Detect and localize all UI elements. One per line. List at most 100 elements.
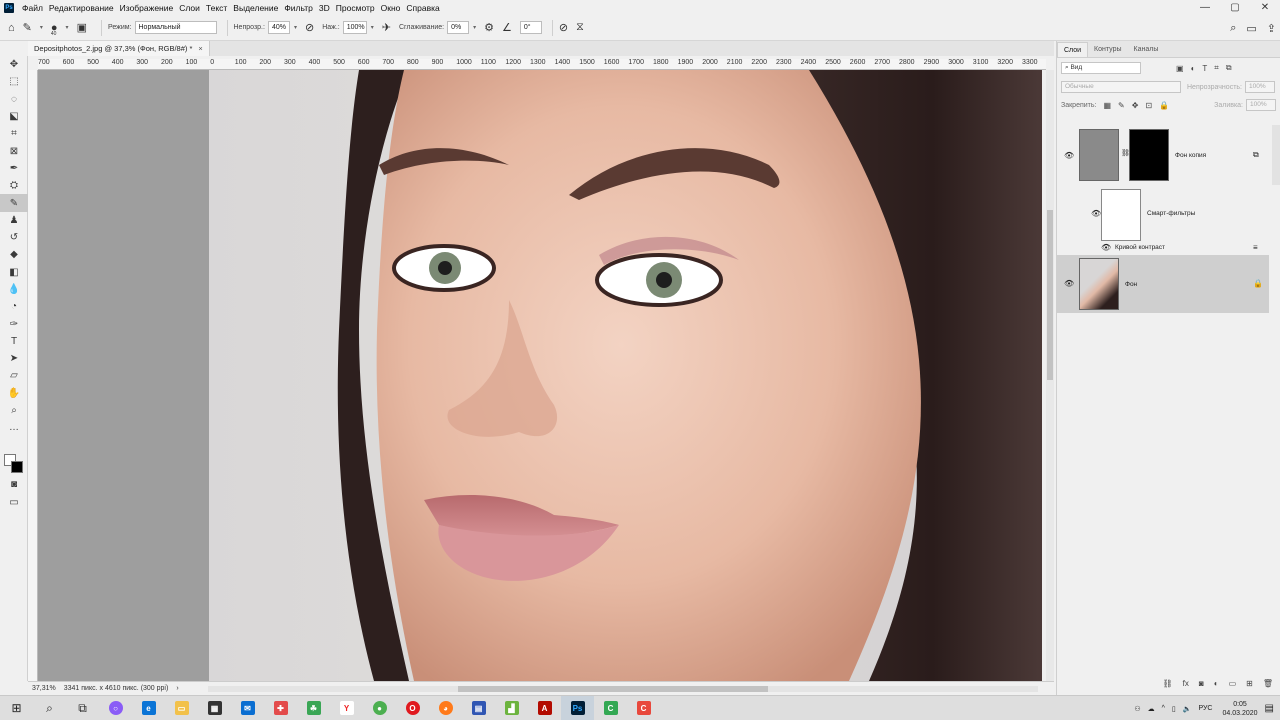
- type-filter-icon[interactable]: T: [1202, 64, 1207, 73]
- quick-mask-icon[interactable]: ◙: [0, 476, 28, 493]
- history-brush-tool-icon[interactable]: ↺: [0, 229, 28, 246]
- smart-filters-row[interactable]: 👁 Смарт-фильтры: [1057, 185, 1269, 241]
- eyedropper-tool-icon[interactable]: ✒: [0, 160, 28, 177]
- smoothing-settings-gear-icon[interactable]: ⚙: [484, 21, 494, 34]
- brush-tool-icon[interactable]: ✎: [0, 194, 28, 212]
- healing-brush-tool-icon[interactable]: ⛭: [0, 177, 28, 194]
- workspace-icon[interactable]: ▭: [1246, 22, 1256, 35]
- camtasia-green-icon[interactable]: C: [594, 696, 627, 720]
- tab-layers[interactable]: Слои: [1057, 42, 1089, 57]
- opera-icon[interactable]: O: [396, 696, 429, 720]
- mail-icon[interactable]: ✉: [231, 696, 264, 720]
- menu-view[interactable]: Просмотр: [336, 3, 375, 13]
- keyboard-language[interactable]: РУС: [1198, 705, 1212, 712]
- panel-scrollbar[interactable]: [1272, 125, 1280, 185]
- mode-select[interactable]: Нормальный: [134, 21, 217, 34]
- edge-icon[interactable]: e: [132, 696, 165, 720]
- clock[interactable]: 0:05 04.03.2020: [1223, 700, 1258, 718]
- frame-tool-icon[interactable]: ⊠: [0, 142, 28, 159]
- smart-object-filter-icon[interactable]: ⧉: [1226, 63, 1232, 73]
- start-button[interactable]: ⊞: [0, 696, 33, 720]
- zoom-level[interactable]: 37,31%: [32, 685, 56, 692]
- opacity-dropdown[interactable]: ▾: [294, 24, 297, 31]
- firefox-icon[interactable]: ◕: [429, 696, 462, 720]
- pressure-size-icon[interactable]: ⊘: [559, 21, 568, 34]
- green-app-icon[interactable]: ☘: [297, 696, 330, 720]
- horizontal-scroll-thumb[interactable]: [458, 686, 768, 692]
- status-menu-chevron-icon[interactable]: ›: [176, 685, 178, 692]
- pen-tool-icon[interactable]: ✑: [0, 315, 28, 332]
- smoothing-field[interactable]: 0%: [447, 21, 470, 34]
- pressure-opacity-icon[interactable]: ⊘: [305, 21, 314, 34]
- filter-eye-icon[interactable]: 👁: [1101, 243, 1111, 252]
- adjustment-filter-icon[interactable]: ◐: [1191, 64, 1196, 73]
- smart-filter-mask-thumbnail[interactable]: [1101, 189, 1141, 241]
- clone-stamp-tool-icon[interactable]: ♟: [0, 212, 28, 229]
- background-color-swatch[interactable]: [11, 461, 23, 473]
- store-icon[interactable]: ▦: [198, 696, 231, 720]
- new-group-icon[interactable]: ▭: [1229, 679, 1237, 691]
- menu-edit[interactable]: Редактирование: [49, 3, 114, 13]
- camtasia-red-icon[interactable]: C: [627, 696, 660, 720]
- crop-tool-icon[interactable]: ⌗: [0, 125, 28, 142]
- tool-preset-dropdown[interactable]: ▾: [40, 24, 43, 31]
- smart-filters-eye-icon[interactable]: 👁: [1091, 209, 1101, 218]
- eraser-tool-icon[interactable]: ◆: [0, 246, 28, 263]
- lock-artboard-icon[interactable]: ⊡: [1145, 101, 1152, 110]
- lock-image-icon[interactable]: ✎: [1118, 101, 1125, 110]
- layer-filter-kind-select[interactable]: ⌕ Вид: [1061, 62, 1141, 74]
- menu-type[interactable]: Текст: [206, 3, 227, 13]
- save-app-icon[interactable]: ▤: [462, 696, 495, 720]
- angle-field[interactable]: 0°: [519, 21, 542, 34]
- more-tools-icon[interactable]: …: [0, 419, 28, 436]
- tray-chevron-icon[interactable]: ^: [1162, 705, 1165, 712]
- home-icon[interactable]: ⌂: [8, 22, 15, 34]
- brush-preset-picker[interactable]: ● 40: [51, 22, 58, 37]
- move-tool-icon[interactable]: ✥: [0, 56, 28, 73]
- network-icon[interactable]: ▯: [1172, 705, 1176, 713]
- acrobat-icon[interactable]: A: [528, 696, 561, 720]
- pixel-filter-icon[interactable]: ▣: [1176, 64, 1184, 73]
- menu-layers[interactable]: Слои: [179, 3, 200, 13]
- tab-paths[interactable]: Контуры: [1088, 42, 1127, 57]
- filter-row[interactable]: 👁 Кривой контраст ≡: [1057, 241, 1269, 255]
- search-icon[interactable]: ⌕: [1230, 22, 1236, 35]
- adjustment-layer-icon[interactable]: ◐: [1214, 679, 1219, 691]
- yandex-browser-icon[interactable]: Y: [330, 696, 363, 720]
- opacity-field[interactable]: 40%: [267, 21, 290, 34]
- add-mask-icon[interactable]: ◙: [1199, 679, 1204, 691]
- color-swatches[interactable]: [4, 454, 24, 474]
- lock-transparent-icon[interactable]: ▦: [1103, 101, 1111, 110]
- shape-filter-icon[interactable]: ⌗: [1214, 63, 1219, 73]
- new-layer-icon[interactable]: ⊞: [1246, 679, 1253, 691]
- smoothing-dropdown[interactable]: ▾: [473, 24, 476, 31]
- tray-app-icon[interactable]: ☁: [1148, 705, 1155, 713]
- vertical-scroll-thumb[interactable]: [1047, 210, 1053, 380]
- hand-tool-icon[interactable]: ✋: [0, 385, 28, 402]
- flow-field[interactable]: 100%: [342, 21, 367, 34]
- marquee-tool-icon[interactable]: ⬚: [0, 73, 28, 90]
- people-icon[interactable]: ⚇: [1134, 705, 1140, 713]
- document-canvas[interactable]: [38, 70, 1042, 681]
- chart-app-icon[interactable]: ▟: [495, 696, 528, 720]
- lock-all-icon[interactable]: 🔒: [1159, 101, 1169, 110]
- path-selection-tool-icon[interactable]: ➤: [0, 350, 28, 367]
- visibility-eye-icon[interactable]: 👁: [1064, 279, 1074, 288]
- brush-settings-icon[interactable]: ▣: [77, 21, 87, 34]
- search-icon[interactable]: ⌕: [33, 696, 66, 720]
- airbrush-icon[interactable]: ✈: [382, 21, 391, 34]
- flow-dropdown[interactable]: ▾: [371, 24, 374, 31]
- notifications-icon[interactable]: ▤: [1265, 703, 1274, 714]
- fx-icon[interactable]: fx: [1183, 679, 1189, 691]
- shape-tool-icon[interactable]: ▱: [0, 367, 28, 384]
- layer-row-background[interactable]: 👁 Фон 🔒: [1057, 255, 1269, 313]
- blur-tool-icon[interactable]: 💧: [0, 281, 28, 298]
- document-tab[interactable]: Depositphotos_2.jpg @ 37,3% (Фон, RGB/8#…: [28, 41, 210, 56]
- menu-help[interactable]: Справка: [406, 3, 439, 13]
- brush-tool-icon[interactable]: ✎: [23, 21, 32, 34]
- symmetry-icon[interactable]: ⧖: [576, 21, 584, 34]
- lasso-tool-icon[interactable]: ◌: [0, 91, 28, 108]
- link-layers-icon[interactable]: ⛓: [1163, 679, 1173, 691]
- fill-field[interactable]: 100%: [1246, 99, 1276, 111]
- close-button[interactable]: ✕: [1250, 0, 1280, 15]
